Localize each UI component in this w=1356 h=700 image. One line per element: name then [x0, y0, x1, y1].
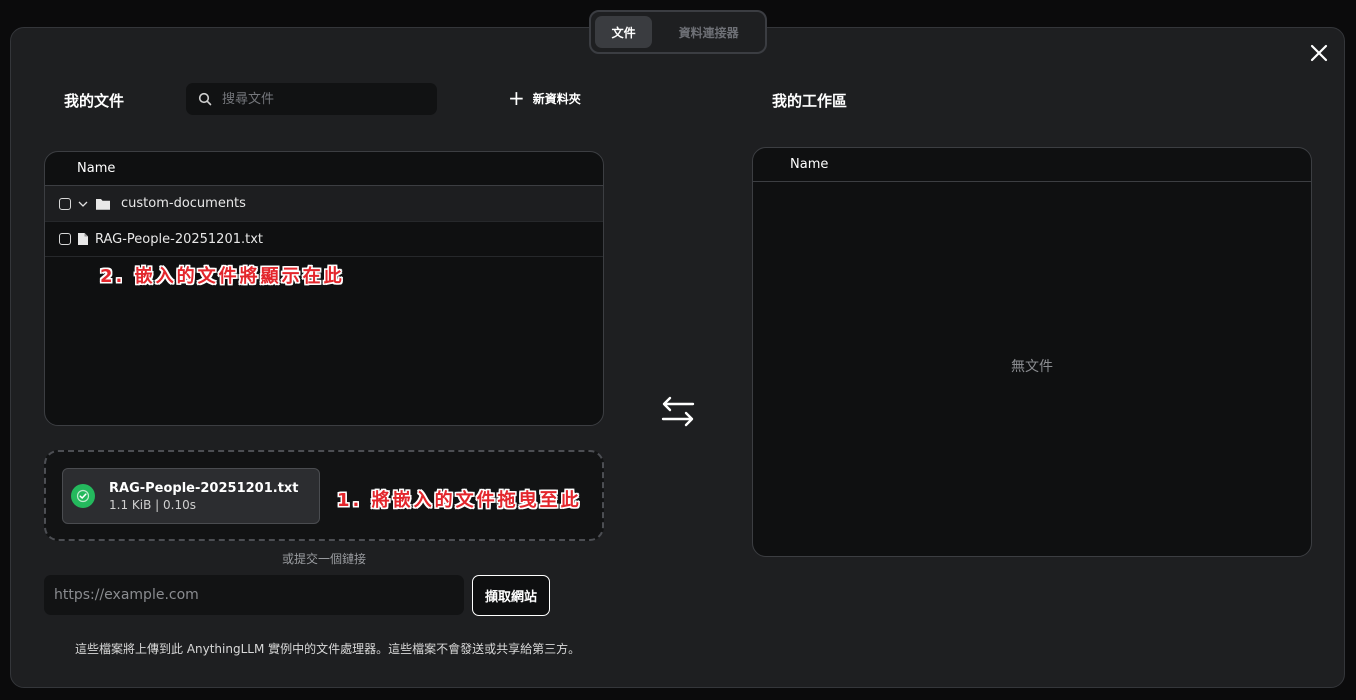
uploaded-file-name: RAG-People-20251201.txt: [109, 480, 299, 496]
uploaded-file-card: RAG-People-20251201.txt 1.1 KiB | 0.10s: [62, 468, 320, 524]
my-documents-table: Name custom-documents RAG-People-2025120…: [44, 151, 604, 426]
url-input[interactable]: [44, 575, 464, 615]
my-documents-title: 我的文件: [64, 92, 125, 110]
upload-disclaimer: 這些檔案將上傳到此 AnythingLLM 實例中的文件處理器。這些檔案不會發送…: [75, 642, 581, 656]
file-row[interactable]: RAG-People-20251201.txt: [45, 222, 603, 257]
tab-data-connectors[interactable]: 資料連接器: [656, 16, 761, 48]
my-workspace-title: 我的工作區: [772, 92, 848, 110]
uploaded-file-info: 1.1 KiB | 0.10s: [109, 497, 196, 512]
file-icon: [78, 233, 88, 245]
folder-name: custom-documents: [121, 196, 246, 211]
new-folder-button[interactable]: + 新資料夾: [508, 88, 581, 108]
folder-checkbox[interactable]: [59, 197, 71, 210]
swap-arrows-icon[interactable]: [660, 393, 696, 429]
file-name: RAG-People-20251201.txt: [95, 231, 264, 247]
close-icon: [1310, 44, 1328, 62]
close-button[interactable]: [1306, 40, 1332, 66]
tab-documents[interactable]: 文件: [595, 16, 653, 48]
plus-icon: +: [508, 86, 525, 110]
fetch-website-button[interactable]: 擷取網站: [472, 575, 550, 616]
search-input[interactable]: [220, 90, 414, 108]
uploaded-file-meta: RAG-People-20251201.txt 1.1 KiB | 0.10s: [109, 481, 299, 512]
workspace-table-header-name: Name: [753, 148, 1311, 182]
empty-state-text: 無文件: [1011, 359, 1053, 375]
file-checkbox[interactable]: [59, 233, 71, 245]
folder-row[interactable]: custom-documents: [45, 186, 603, 222]
annotation-embedded-docs: 2. 嵌入的文件將顯示在此: [100, 266, 345, 287]
search-icon: [198, 92, 212, 106]
workspace-documents-table: Name 無文件: [752, 147, 1312, 557]
tab-switcher: 文件 資料連接器: [589, 10, 767, 54]
submit-link-label: 或提交一個鏈接: [281, 552, 366, 566]
search-box[interactable]: [186, 83, 437, 115]
check-circle-icon: [71, 484, 95, 508]
folder-icon: [96, 198, 110, 210]
new-folder-label: 新資料夾: [532, 91, 581, 106]
chevron-down-icon[interactable]: [77, 198, 89, 210]
annotation-drag-here: 1. 將嵌入的文件拖曳至此: [337, 490, 582, 511]
table-header-name: Name: [45, 152, 603, 186]
upload-dropzone[interactable]: RAG-People-20251201.txt 1.1 KiB | 0.10s …: [44, 450, 604, 541]
